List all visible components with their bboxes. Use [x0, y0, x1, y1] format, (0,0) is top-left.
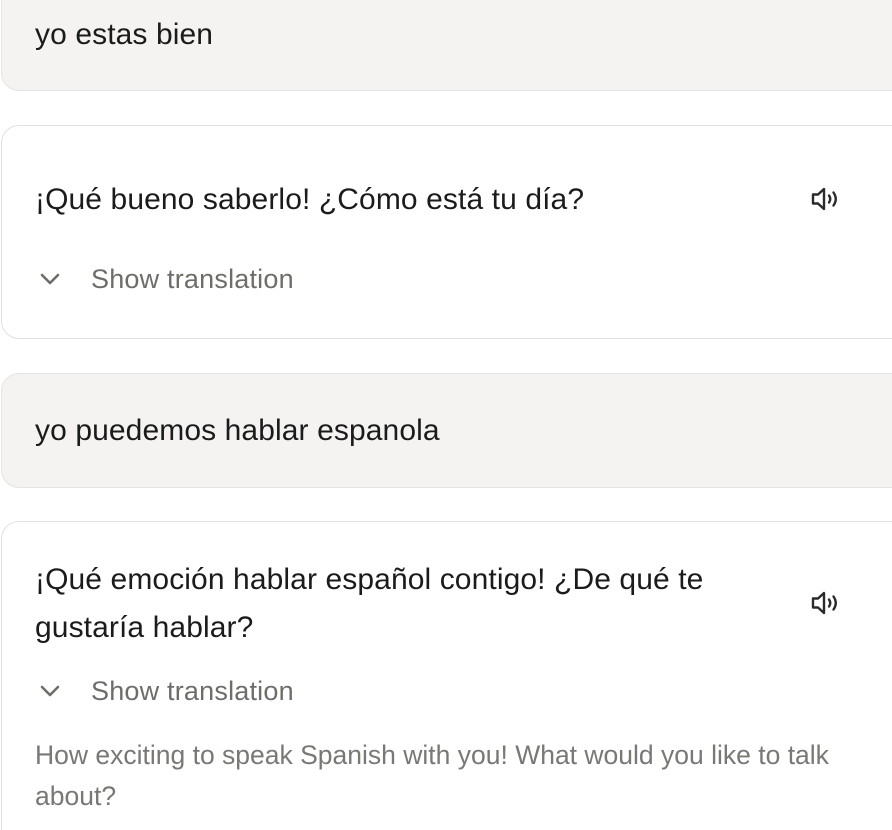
chevron-down-icon	[35, 264, 65, 294]
user-message: yo puedemos hablar espanola	[1, 373, 892, 488]
message-text: ¡Qué bueno saberlo! ¿Cómo está tu día?	[35, 183, 585, 216]
assistant-message: ¡Qué bueno saberlo! ¿Cómo está tu día? S…	[1, 125, 892, 339]
message-text: yo puedemos hablar espanola	[35, 414, 440, 447]
speaker-icon[interactable]	[808, 585, 844, 621]
assistant-message: ¡Qué emoción hablar español contigo! ¿De…	[1, 521, 892, 830]
speaker-icon[interactable]	[808, 181, 844, 217]
toggle-label: Show translation	[91, 675, 294, 706]
chat-thread: yo estas bien ¡Qué bueno saberlo! ¿Cómo …	[0, 0, 892, 830]
toggle-label: Show translation	[91, 263, 294, 294]
message-text: ¡Qué emoción hablar español contigo! ¿De…	[35, 563, 704, 644]
translation-text: How exciting to speak Spanish with you! …	[35, 740, 829, 811]
user-message: yo estas bien	[1, 0, 892, 91]
show-translation-toggle[interactable]: Show translation	[35, 671, 294, 711]
message-text: yo estas bien	[35, 18, 214, 51]
show-translation-toggle[interactable]: Show translation	[35, 259, 294, 299]
chevron-down-icon	[35, 676, 65, 706]
